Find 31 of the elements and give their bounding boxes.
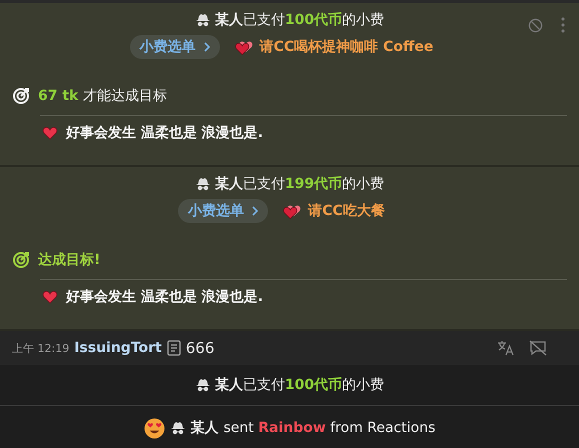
hide-chat-icon xyxy=(529,340,547,356)
note-icon xyxy=(166,340,181,356)
tip-menu-button[interactable]: 小费选单 xyxy=(130,35,220,59)
tip-message: 好事会发生 温柔也是 浪漫也是. xyxy=(66,288,264,306)
tip-item: 请CC喝杯提神咖啡 Coffee xyxy=(260,38,434,56)
tip-text: 某人已支付199代币的小费 xyxy=(214,175,384,193)
goal-text: 达成目标! xyxy=(38,251,100,269)
target-icon xyxy=(12,251,30,269)
chevron-right-icon xyxy=(252,206,258,216)
tip-text: 某人已支付100代币的小费 xyxy=(214,376,384,394)
incognito-icon xyxy=(170,421,186,435)
heart-icon xyxy=(42,289,58,305)
reaction-text: 某人 sent Rainbow from Reactions xyxy=(190,419,436,437)
timestamp: 上午 12:19 xyxy=(12,340,70,356)
tip-item: 请CC吃大餐 xyxy=(308,202,385,220)
more-icon xyxy=(561,17,565,33)
translate-icon xyxy=(497,340,515,356)
chat-text: 666 xyxy=(186,339,214,357)
target-icon xyxy=(12,87,30,105)
heart-icon xyxy=(42,125,58,141)
tip-text: 某人已支付100代币的小费 xyxy=(214,11,384,29)
goal-text: 67 tk 才能达成目标 xyxy=(38,87,168,105)
incognito-icon xyxy=(194,378,211,392)
incognito-icon xyxy=(194,177,211,191)
tip-menu-button[interactable]: 小费选单 xyxy=(178,199,268,223)
tip-message: 好事会发生 温柔也是 浪漫也是. xyxy=(66,124,264,142)
chevron-right-icon xyxy=(204,42,210,52)
heart-eyes-emoji-icon xyxy=(144,418,165,438)
incognito-icon xyxy=(194,13,211,27)
block-icon xyxy=(528,18,543,32)
username[interactable]: IssuingTort xyxy=(74,340,162,356)
